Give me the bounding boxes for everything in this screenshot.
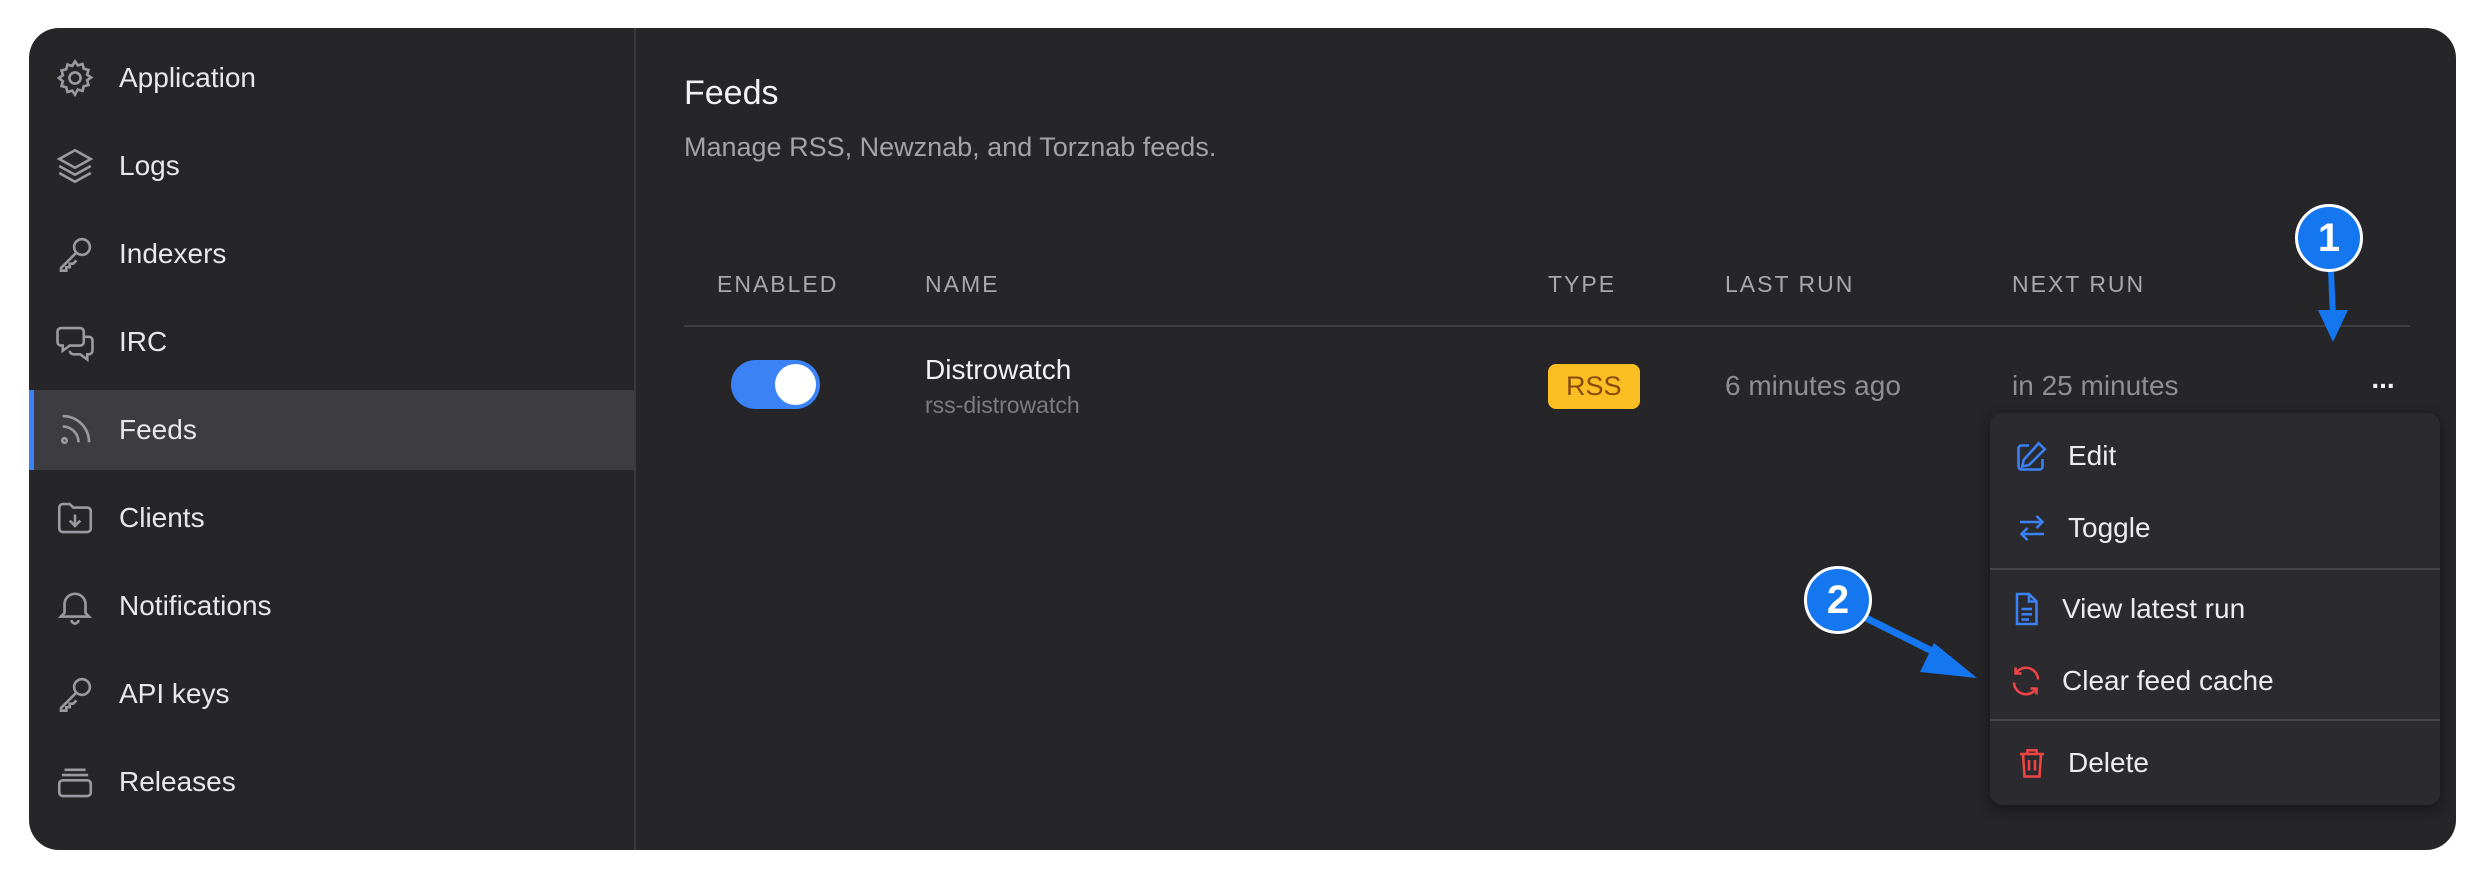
next-run-value: in 25 minutes bbox=[2012, 370, 2179, 401]
sidebar-item-label: Notifications bbox=[119, 590, 272, 621]
sidebar-item-feeds[interactable]: Feeds bbox=[29, 390, 634, 470]
enabled-toggle[interactable] bbox=[731, 360, 820, 409]
document-icon bbox=[2015, 592, 2038, 626]
sidebar-item-notifications[interactable]: Notifications bbox=[29, 566, 634, 646]
menu-item-edit[interactable]: Edit bbox=[1990, 425, 2440, 487]
menu-divider bbox=[1990, 719, 2440, 721]
gear-icon bbox=[53, 56, 97, 100]
archive-stack-icon bbox=[53, 760, 97, 804]
chat-bubbles-icon bbox=[53, 320, 97, 364]
bell-icon bbox=[53, 584, 97, 628]
folder-download-icon bbox=[53, 496, 97, 540]
menu-item-delete[interactable]: Delete bbox=[1990, 732, 2440, 794]
sidebar-item-label: Releases bbox=[119, 766, 236, 797]
pencil-square-icon bbox=[2017, 441, 2047, 471]
menu-item-clear-feed-cache[interactable]: Clear feed cache bbox=[1990, 650, 2440, 712]
feed-name: Distrowatch bbox=[925, 354, 1072, 385]
menu-divider bbox=[1990, 568, 2440, 570]
column-header-name: Name bbox=[925, 271, 1000, 297]
column-header-last-run: Last run bbox=[1725, 271, 1855, 297]
sidebar-item-api-keys[interactable]: API keys bbox=[29, 654, 634, 734]
more-options-button[interactable]: ... bbox=[2360, 356, 2406, 402]
column-header-type: Type bbox=[1548, 271, 1617, 297]
annotation-marker-2: 2 bbox=[1804, 566, 1872, 634]
key-icon bbox=[53, 232, 97, 276]
sidebar-item-label: Logs bbox=[119, 150, 180, 181]
sidebar-item-releases[interactable]: Releases bbox=[29, 742, 634, 822]
menu-item-label: Toggle bbox=[2068, 512, 2151, 543]
sidebar-item-indexers[interactable]: Indexers bbox=[29, 214, 634, 294]
rss-icon bbox=[53, 408, 97, 452]
page-title: Feeds bbox=[684, 74, 779, 112]
refresh-icon bbox=[2012, 666, 2040, 696]
layers-icon bbox=[53, 144, 97, 188]
sidebar-item-label: IRC bbox=[119, 326, 168, 357]
sidebar-item-label: Application bbox=[119, 62, 256, 93]
menu-item-label: Clear feed cache bbox=[2062, 665, 2274, 696]
menu-item-toggle[interactable]: Toggle bbox=[1990, 497, 2440, 559]
page-subtitle: Manage RSS, Newznab, and Torznab feeds. bbox=[684, 132, 1217, 162]
feed-identifier: rss-distrowatch bbox=[925, 392, 1080, 418]
column-header-next-run: Next run bbox=[2012, 271, 2146, 297]
menu-item-label: Delete bbox=[2068, 747, 2149, 778]
sidebar-item-label: API keys bbox=[119, 678, 230, 709]
sidebar-item-clients[interactable]: Clients bbox=[29, 478, 634, 558]
type-badge: RSS bbox=[1548, 364, 1640, 409]
sidebar-item-application[interactable]: Application bbox=[29, 38, 634, 118]
table-header: Enabled Name Type Last run Next run bbox=[684, 233, 2410, 327]
sidebar-item-logs[interactable]: Logs bbox=[29, 126, 634, 206]
sidebar-item-irc[interactable]: IRC bbox=[29, 302, 634, 382]
column-header-enabled: Enabled bbox=[717, 271, 839, 297]
trash-icon bbox=[2020, 748, 2044, 778]
sidebar-item-label: Indexers bbox=[119, 238, 227, 269]
app-window: Application Logs Indexers IRC Feeds Clie… bbox=[29, 28, 2456, 850]
menu-item-label: Edit bbox=[2068, 440, 2117, 471]
row-actions-menu: Edit Toggle View latest run Clear feed c… bbox=[1990, 413, 2440, 805]
sidebar-item-label: Clients bbox=[119, 502, 205, 533]
menu-item-label: View latest run bbox=[2062, 593, 2246, 624]
main-content: Feeds Manage RSS, Newznab, and Torznab f… bbox=[634, 28, 2456, 850]
menu-item-view-latest-run[interactable]: View latest run bbox=[1990, 578, 2440, 640]
toggle-knob bbox=[775, 364, 816, 405]
sidebar-item-label: Feeds bbox=[119, 414, 197, 445]
annotation-marker-1: 1 bbox=[2295, 204, 2363, 272]
swap-arrows-icon bbox=[2019, 515, 2045, 541]
last-run-value: 6 minutes ago bbox=[1725, 370, 1901, 401]
key-icon bbox=[53, 672, 97, 716]
sidebar: Application Logs Indexers IRC Feeds Clie… bbox=[29, 28, 636, 850]
